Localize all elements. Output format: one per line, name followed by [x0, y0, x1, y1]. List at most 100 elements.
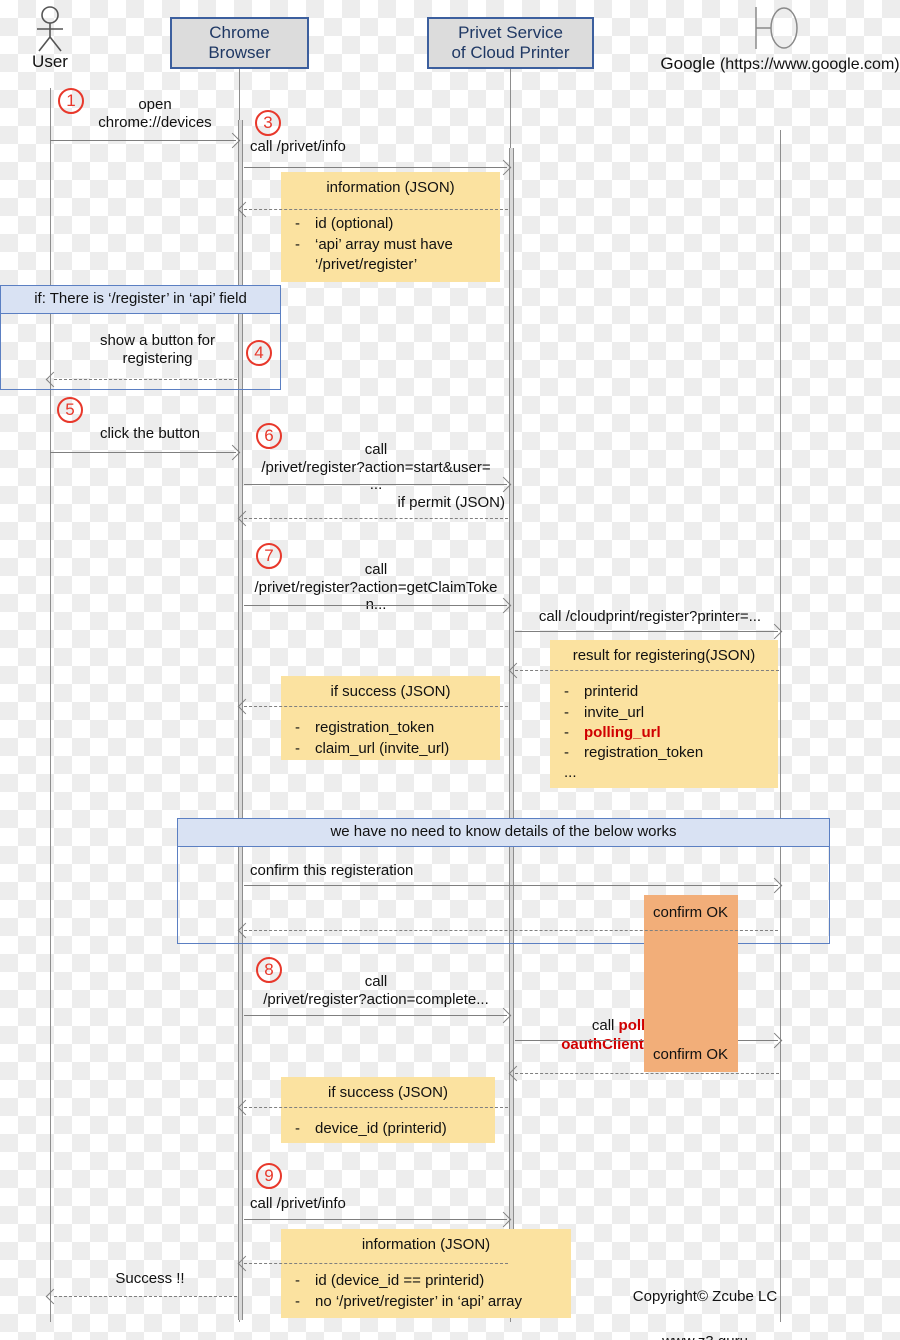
- note-item: - printerid: [560, 682, 768, 702]
- bullet-dash: -: [295, 1272, 300, 1290]
- message-arrow-5: [50, 452, 236, 453]
- message-arrow-6: [244, 484, 507, 485]
- note-item-text: id (device_id == printerid): [315, 1272, 485, 1290]
- note-item-text: printerid: [584, 683, 639, 701]
- note-item: - no ‘/privet/register’ in ‘api’ array: [291, 1292, 561, 1312]
- note-item-text: id (optional): [315, 215, 394, 233]
- message-arrow-8b-return: [515, 1073, 779, 1074]
- bullet-dash: -: [564, 703, 569, 721]
- note-item: - device_id (printerid): [291, 1119, 485, 1139]
- message-arrow-7b: [515, 631, 778, 632]
- message-arrow-confirm-registration: [244, 885, 778, 886]
- bullet-dash: -: [295, 1120, 300, 1138]
- note-item: - id (optional): [291, 214, 490, 234]
- message-arrow-9-return: [244, 1263, 508, 1264]
- note-title: if success (JSON): [330, 683, 451, 700]
- bullet-dash: -: [295, 215, 300, 233]
- note-confirm-ok-2-text: confirm OK: [653, 1046, 729, 1063]
- step-marker-4: 4: [246, 340, 272, 366]
- participant-privet-service[interactable]: Privet Service of Cloud Printer: [427, 17, 594, 69]
- note-item: - claim_url (invite_url): [291, 739, 490, 759]
- participant-privet-line2: of Cloud Printer: [451, 43, 570, 62]
- actor-google-url: (https://www.google.com): [719, 56, 900, 73]
- message-label-6: call /privet/register?action=start&user=…: [261, 441, 491, 494]
- lifeline-google: [780, 130, 781, 1322]
- note-confirm-ok-1-text: confirm OK: [653, 904, 729, 921]
- note-item: - ‘api’ array must have ‘/privet/register…: [291, 235, 490, 276]
- message-label-5: click the button: [99, 425, 201, 442]
- message-label-3: call /privet/info: [250, 138, 346, 155]
- participant-chrome-line1: Chrome: [209, 22, 270, 42]
- step-marker-9: 9: [256, 1163, 282, 1189]
- note-title: information (JSON): [361, 1236, 491, 1253]
- note-title: if success (JSON): [327, 1084, 448, 1101]
- message-label-7: call /privet/register?action=getClaimTok…: [254, 561, 498, 614]
- message-arrow-success: [54, 1296, 237, 1297]
- google-stick-figure-icon: [755, 7, 798, 49]
- sequence-diagram-canvas: User Chrome Browser Privet Service of Cl…: [0, 0, 900, 1340]
- lifeline-user: [50, 88, 51, 1322]
- note-confirm-ok-1: confirm OK: [644, 895, 738, 1012]
- actor-google-name: Google: [660, 54, 716, 73]
- message-arrow-7b-return: [515, 670, 779, 671]
- user-stick-figure-icon: [37, 6, 63, 52]
- message-arrow-7: [244, 605, 507, 606]
- actor-google-figure: [748, 4, 804, 52]
- message-label-success: Success !!: [115, 1270, 185, 1287]
- note-result-for-registering: result for registering(JSON) - printerid …: [550, 640, 778, 788]
- message-arrow-3: [244, 167, 507, 168]
- frame-if-register-header: if: There is ‘/register’ in ‘api’ field: [1, 286, 280, 314]
- note-item: - invite_url: [560, 703, 768, 723]
- note-item-list: - id (device_id == printerid) - no ‘/prive…: [291, 1271, 561, 1312]
- participant-privet-line1: Privet Service: [458, 22, 563, 42]
- bullet-dash: -: [295, 235, 300, 253]
- message-label-7b: call /cloudprint/register?printer=...: [538, 608, 762, 625]
- note-item: - registration_token: [291, 718, 490, 738]
- message-arrow-8: [244, 1015, 507, 1016]
- note-item-text: registration_token: [584, 744, 704, 761]
- note-ellipsis: ...: [564, 764, 577, 782]
- message-arrow-1: [50, 140, 236, 141]
- message-arrow-7-return: [244, 706, 508, 707]
- step-marker-3: 3: [255, 110, 281, 136]
- message-arrow-confirm-ok-1-return: [244, 930, 778, 931]
- note-item-list: - registration_token - claim_url (invite_u…: [291, 718, 490, 759]
- message-label-6-return: if permit (JSON): [397, 494, 505, 511]
- note-title: result for registering(JSON): [572, 647, 756, 664]
- actor-google-label: Google (https://www.google.com): [660, 54, 900, 74]
- message-label-8: call /privet/register?action=complete...: [263, 973, 489, 1008]
- participant-chrome-browser[interactable]: Chrome Browser: [170, 17, 309, 69]
- note-item-text: device_id (printerid): [315, 1120, 447, 1138]
- message-arrow-4: [54, 379, 237, 380]
- bullet-dash: -: [295, 739, 300, 757]
- note-item-text: claim_url (invite_url): [315, 739, 450, 757]
- note-information-json-1: information (JSON) - id (optional) - ‘api’…: [281, 172, 500, 282]
- message-label-1: open chrome://devices: [98, 96, 212, 131]
- note-information-json-2: information (JSON) - id (device_id == pri…: [281, 1229, 571, 1318]
- note-item-list: - printerid - invite_url - polling_url - reg…: [560, 682, 768, 763]
- actor-user-label: User: [0, 52, 100, 72]
- note-item-text: registration_token: [315, 719, 435, 737]
- note-item-list: - id (optional) - ‘api’ array must have ‘/…: [291, 214, 490, 275]
- note-item-text: no ‘/privet/register’ in ‘api’ array: [315, 1292, 523, 1310]
- note-if-success-2: if success (JSON) - device_id (printerid): [281, 1077, 495, 1143]
- step-marker-5: 5: [57, 397, 83, 423]
- note-item-text: invite_url: [584, 703, 645, 721]
- bullet-dash: -: [295, 719, 300, 737]
- message-arrow-8-return: [244, 1107, 508, 1108]
- note-item-list: - device_id (printerid): [291, 1119, 485, 1139]
- note-item-highlighted: - polling_url: [560, 723, 768, 743]
- copyright-line-1: Copyright© Zcube LC: [632, 1287, 778, 1305]
- message-arrow-6-return: [244, 518, 508, 519]
- note-item: - id (device_id == printerid): [291, 1271, 561, 1291]
- message-label-4: show a button for registering: [99, 332, 216, 367]
- note-item-text: ‘api’ array must have ‘/privet/register’: [315, 235, 453, 273]
- bullet-dash: -: [564, 683, 569, 701]
- bullet-dash: -: [564, 744, 569, 761]
- note-item-text: polling_url: [584, 723, 661, 741]
- actor-user-figure: [26, 6, 74, 52]
- note-confirm-ok-2: confirm OK: [644, 1012, 738, 1072]
- activation-privet: [509, 148, 514, 1258]
- note-if-success-1: if success (JSON) - registration_token -c…: [281, 676, 500, 760]
- participant-chrome-line2: Browser: [208, 43, 271, 62]
